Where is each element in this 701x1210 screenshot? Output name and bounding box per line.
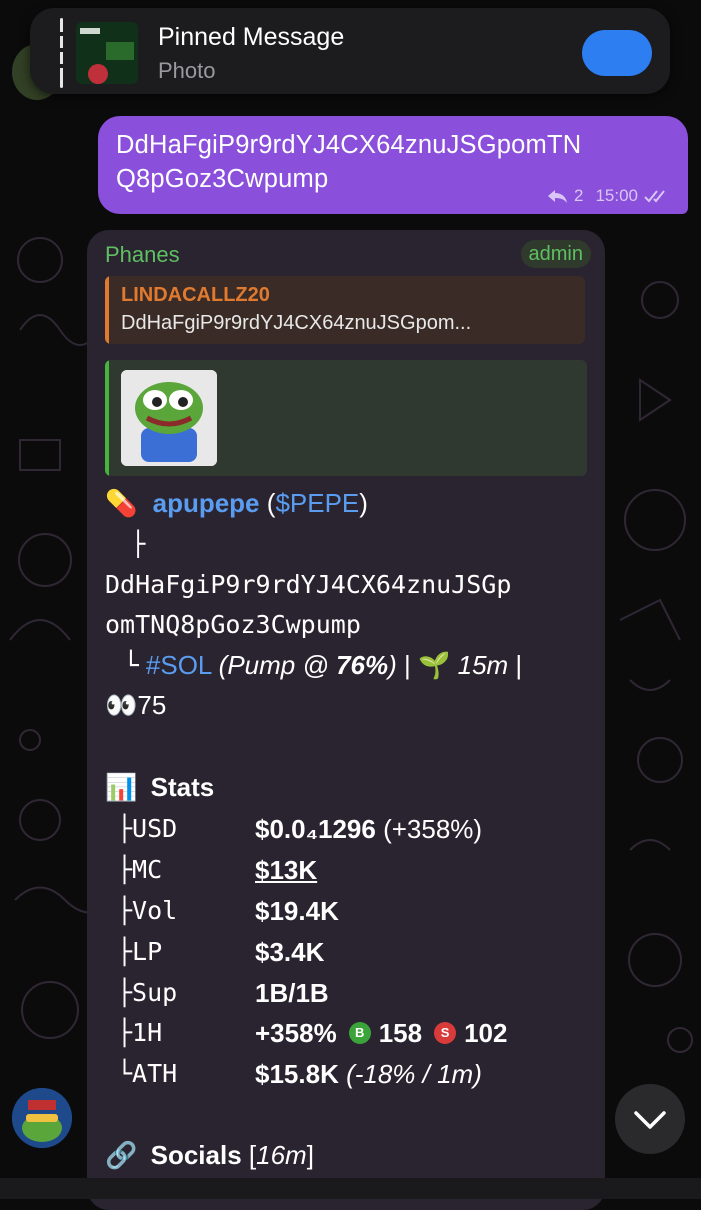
chevron-down-icon (634, 1111, 666, 1129)
outgoing-message-bubble[interactable]: DdHaFgiP9r9rdYJ4CX64znuJSGpomTN Q8pGoz3C… (98, 116, 688, 214)
sender-name[interactable]: Phanes (105, 242, 180, 268)
message-meta: 2 15:00 (546, 186, 670, 206)
pill-icon: 💊 (105, 488, 138, 518)
reply-snippet: DdHaFgiP9r9rdYJ4CX64znuJSGpom... (121, 312, 472, 334)
market-cap-link[interactable]: $13K (255, 855, 317, 886)
views-line: 👀75 (105, 690, 167, 720)
admin-badge: admin (520, 240, 591, 268)
double-check-icon (644, 190, 665, 203)
sender-avatar[interactable] (12, 1088, 72, 1148)
eyes-icon: 👀 (105, 690, 138, 720)
pinned-action-button[interactable] (582, 30, 652, 76)
reply-count: 2 (573, 186, 584, 205)
bar-chart-icon: 📊 (105, 772, 138, 802)
sell-icon: S (434, 1022, 457, 1045)
stats-heading: 📊 Stats (105, 772, 215, 802)
buy-icon: B (348, 1022, 371, 1045)
pinned-subtitle: Photo (158, 58, 216, 83)
token-line: 💊 apupepe ($PEPE) (105, 488, 368, 518)
pepe-image (121, 370, 217, 466)
incoming-message-bubble[interactable]: Phanes admin LINDACALLZ20 DdHaFgiP9r9rdY… (87, 230, 605, 1210)
pinned-title: Pinned Message (158, 23, 345, 51)
message-time: 15:00 (595, 186, 638, 205)
pinned-message-bar[interactable]: Pinned Message Photo (30, 8, 670, 94)
chain-hashtag[interactable]: #SOL (146, 650, 212, 680)
seedling-icon: 🌱 (418, 650, 451, 680)
pinned-photo-thumbnail (76, 22, 138, 84)
link-icon: 🔗 (105, 1140, 138, 1170)
token-name-link[interactable]: apupepe (153, 488, 260, 518)
chain-line: └ #SOL (Pump @ 76%) | 🌱 15m | (123, 650, 523, 681)
link-preview[interactable] (105, 360, 587, 476)
scroll-to-bottom-button[interactable] (615, 1084, 685, 1154)
reply-arrow-icon (547, 190, 567, 203)
socials-heading: 🔗 Socials [16m] (105, 1140, 314, 1170)
token-symbol-link[interactable]: $PEPE (275, 488, 359, 518)
tree-branch: ├ (131, 530, 146, 558)
token-address-1[interactable]: DdHaFgiP9r9rdYJ4CX64znuJSGp (105, 570, 511, 599)
input-bar[interactable] (0, 1178, 701, 1199)
pinned-indicator (60, 18, 63, 88)
reply-quote[interactable]: LINDACALLZ20 DdHaFgiP9r9rdYJ4CX64znuJSGp… (105, 276, 585, 344)
reply-author: LINDACALLZ20 (121, 284, 270, 306)
token-address-2[interactable]: omTNQ8pGoz3Cwpump (105, 610, 361, 639)
